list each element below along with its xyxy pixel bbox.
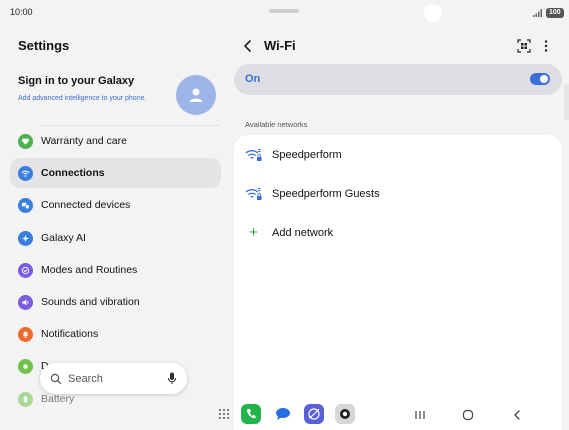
menu-item-label: Battery — [41, 393, 75, 405]
heart-icon — [18, 133, 33, 149]
speaker-icon — [18, 294, 33, 310]
browser-icon — [308, 408, 320, 420]
signin-subtitle[interactable]: Add advanced intelligence to your phone. — [18, 94, 158, 104]
menu-item-connections[interactable]: Connections — [10, 158, 221, 188]
search-bar[interactable]: Search — [40, 363, 187, 394]
phone-icon — [247, 409, 256, 419]
camera-cutout — [424, 4, 442, 22]
menu-item-label: Notifications — [41, 328, 99, 340]
messages-app-icon[interactable] — [273, 404, 293, 424]
add-network-row[interactable]: + Add network — [234, 215, 562, 251]
drag-handle[interactable] — [269, 9, 299, 13]
signin-title[interactable]: Sign in to your Galaxy — [18, 75, 134, 87]
display-icon — [18, 358, 33, 374]
menu-item-label: Sounds and vibration — [41, 296, 140, 308]
sparkle-icon — [18, 230, 33, 246]
page-title: Settings — [18, 38, 70, 53]
wifi-page-title: Wi-Fi — [264, 38, 296, 53]
bell-icon — [18, 326, 33, 342]
menu-item-label: Warranty and care — [41, 135, 127, 147]
wifi-toggle-label: On — [245, 73, 261, 85]
menu-item-label: Galaxy AI — [41, 232, 86, 244]
battery-level: 100 — [546, 8, 564, 18]
home-button[interactable] — [461, 408, 475, 422]
apps-grid-icon[interactable] — [218, 408, 230, 420]
chat-bubble-icon — [276, 408, 290, 420]
menu-item-label: Connections — [41, 167, 105, 179]
network-name: Speedperform — [272, 149, 342, 161]
check-circle-icon — [18, 262, 33, 278]
camera-lens-icon — [340, 409, 350, 419]
add-network-label: Add network — [272, 227, 334, 239]
recent-apps-button[interactable] — [413, 408, 427, 422]
phone-app-icon[interactable] — [241, 404, 261, 424]
search-input[interactable]: Search — [68, 373, 167, 385]
plus-icon: + — [249, 224, 258, 241]
wifi-toggle-switch[interactable] — [530, 73, 550, 85]
wifi-lock-icon — [245, 149, 262, 161]
wifi-master-toggle-row[interactable] — [234, 64, 562, 95]
more-options-icon[interactable] — [540, 39, 552, 53]
menu-item-label: Modes and Routines — [41, 264, 138, 276]
avatar[interactable] — [176, 75, 216, 115]
edge-panel-handle[interactable] — [564, 84, 569, 120]
toggle-knob — [540, 75, 548, 83]
signal-icon — [533, 9, 542, 17]
person-icon — [189, 88, 203, 102]
back-button[interactable] — [240, 38, 256, 54]
microphone-icon[interactable] — [167, 372, 177, 385]
menu-item-notifications[interactable]: Notifications — [10, 319, 221, 349]
menu-item-connected-devices[interactable]: Connected devices — [10, 190, 221, 220]
menu-item-modes-routines[interactable]: Modes and Routines — [10, 255, 221, 285]
menu-item-sounds[interactable]: Sounds and vibration — [10, 287, 221, 317]
search-icon — [50, 373, 62, 384]
menu-item-label: Connected devices — [41, 199, 131, 211]
devices-icon — [18, 197, 33, 213]
camera-app-icon[interactable] — [335, 404, 355, 424]
menu-item-galaxy-ai[interactable]: Galaxy AI — [10, 223, 221, 253]
network-row-speedperform-guests[interactable]: Speedperform Guests — [234, 176, 562, 212]
section-label: Available networks — [245, 120, 308, 129]
wifi-lock-icon — [245, 188, 262, 200]
qr-scan-icon[interactable] — [517, 39, 531, 53]
network-row-speedperform[interactable]: Speedperform — [234, 137, 562, 173]
internet-app-icon[interactable] — [304, 404, 324, 424]
wifi-icon — [18, 165, 33, 181]
status-time: 10:00 — [10, 7, 33, 17]
menu-item-warranty[interactable]: Warranty and care — [10, 126, 221, 156]
nav-back-button[interactable] — [510, 408, 524, 422]
network-name: Speedperform Guests — [272, 188, 380, 200]
battery-icon — [18, 391, 33, 407]
